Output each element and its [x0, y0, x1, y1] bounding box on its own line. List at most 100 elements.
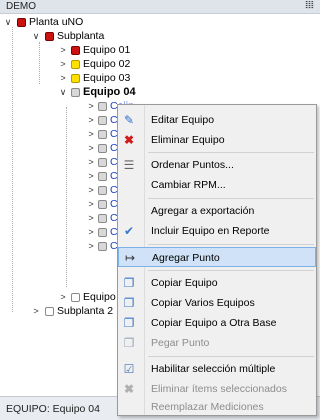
chevron-right-icon[interactable]: > — [86, 113, 96, 127]
status-gray-icon — [98, 186, 107, 195]
chevron-right-icon[interactable]: > — [86, 211, 96, 225]
tree-node-cojin[interactable]: > Cojin — [0, 155, 134, 169]
tree-node-equipo-03[interactable]: > Equipo 03 — [0, 71, 320, 85]
menu-item-reemplazar-mediciones: Reemplazar Mediciones — [151, 401, 264, 413]
menu-item-pegar-punto: ❐ Pegar Punto — [123, 336, 210, 350]
tree-node-cojin[interactable]: > Cojin — [0, 169, 134, 183]
tree-node-equipo-04[interactable]: ∨ Equipo 04 — [0, 85, 320, 99]
chevron-right-icon[interactable]: > — [58, 290, 68, 304]
menu-item-copiar-equipo[interactable]: ❐ Copiar Equipo — [118, 273, 316, 293]
tree-node-cojin[interactable]: > Cojin — [0, 211, 134, 225]
menu-item-agregar-exportacion[interactable]: Agregar a exportación — [118, 201, 316, 221]
chevron-down-icon[interactable]: ∨ — [58, 85, 68, 99]
panel-titlebar: DEMO 𝍖 — [0, 0, 320, 14]
menu-separator — [148, 152, 314, 153]
delete-x-icon: ✖ — [123, 382, 135, 396]
menu-separator — [148, 244, 314, 245]
tree-node-equipo[interactable]: > Equipo — [0, 290, 120, 304]
chevron-right-icon[interactable]: > — [58, 71, 68, 85]
menu-item-eliminar-items-seleccionados: ✖ Eliminar ítems seleccionados — [123, 382, 287, 396]
status-white-icon — [45, 307, 54, 316]
paste-icon: ❐ — [123, 336, 135, 350]
tree-node-label: Equipo — [83, 291, 116, 303]
chevron-right-icon[interactable]: > — [86, 127, 96, 141]
context-menu: ✎ Editar Equipo ✖ Eliminar Equipo ☰ Orde… — [117, 104, 317, 416]
menu-item-copiar-equipo-otra-base[interactable]: ❐ Copiar Equipo a Otra Base — [118, 313, 316, 333]
tree-node-equipo-01[interactable]: > Equipo 01 — [0, 43, 320, 57]
menu-separator — [148, 198, 314, 199]
status-gray-icon — [98, 228, 107, 237]
menu-separator — [148, 270, 314, 271]
copy-icon: ❐ — [123, 316, 135, 330]
chevron-right-icon[interactable]: > — [86, 141, 96, 155]
tree-node-cojin[interactable]: > Cojin — [0, 127, 134, 141]
tree-node-equipo-02[interactable]: > Equipo 02 — [0, 57, 320, 71]
chevron-right-icon[interactable]: > — [86, 225, 96, 239]
tree-node-label: Subplanta 2 — [57, 305, 114, 317]
status-gray-icon — [98, 158, 107, 167]
status-red-icon — [71, 46, 80, 55]
status-white-icon — [71, 293, 80, 302]
status-text: EQUIPO: Equipo 04 — [6, 403, 100, 415]
menu-item-habilitar-seleccion-multiple[interactable]: ☑ Habilitar selección múltiple — [118, 359, 316, 379]
tree-node-cojin[interactable]: > Cojin — [0, 113, 134, 127]
menu-item-editar-equipo[interactable]: ✎ Editar Equipo — [118, 110, 316, 130]
delete-x-icon: ✖ — [123, 133, 135, 147]
menu-item-eliminar-equipo[interactable]: ✖ Eliminar Equipo — [118, 130, 316, 150]
tree-node-cojin[interactable]: > Cojin — [0, 183, 134, 197]
status-gray-icon — [98, 130, 107, 139]
chevron-right-icon[interactable]: > — [86, 197, 96, 211]
menu-item-incluir-equipo-reporte[interactable]: ✔ Incluir Equipo en Reporte — [118, 221, 316, 241]
tree-node-cojin[interactable]: > Cojin — [0, 99, 134, 113]
tree-node-label-selected: Equipo 04 — [83, 86, 136, 98]
checkbox-icon: ☑ — [123, 362, 135, 376]
chevron-right-icon[interactable]: > — [86, 169, 96, 183]
tree-node-label: Equipo 03 — [83, 72, 131, 84]
menu-item-ordenar-puntos[interactable]: ☰ Ordenar Puntos... — [118, 155, 316, 175]
tree-node-cojin[interactable]: > Cojin — [0, 197, 134, 211]
status-red-icon — [17, 18, 26, 27]
chevron-right-icon[interactable]: > — [86, 99, 96, 113]
status-gray-icon — [98, 144, 107, 153]
tree-node-label: Equipo 02 — [83, 58, 131, 70]
tree-node-plant[interactable]: ∨ Planta uNO — [0, 15, 320, 29]
status-gray-icon — [98, 200, 107, 209]
chevron-down-icon[interactable]: ∨ — [31, 29, 41, 43]
status-red-icon — [45, 32, 54, 41]
chevron-right-icon[interactable]: > — [58, 57, 68, 71]
list-icon: ☰ — [123, 158, 135, 172]
status-gray-icon — [98, 214, 107, 223]
tree-node-subplant[interactable]: ∨ Subplanta — [0, 29, 320, 43]
copy-icon: ❐ — [123, 296, 135, 310]
chevron-right-icon[interactable]: > — [31, 304, 41, 318]
status-gray-icon — [71, 88, 80, 97]
status-yellow-icon — [71, 74, 80, 83]
tree-node-label: Subplanta — [57, 30, 105, 42]
pin-icon[interactable]: 𝍖 — [305, 0, 314, 11]
tree-node-label: Planta uNO — [29, 16, 84, 28]
chevron-right-icon[interactable]: > — [86, 155, 96, 169]
tree-node-cojin[interactable]: > Cojin — [0, 141, 134, 155]
pencil-icon: ✎ — [123, 113, 135, 127]
menu-item-copiar-varios-equipos[interactable]: ❐ Copiar Varios Equipos — [118, 293, 316, 313]
chevron-right-icon[interactable]: > — [86, 183, 96, 197]
chevron-right-icon[interactable]: > — [86, 239, 96, 253]
chevron-down-icon[interactable]: ∨ — [3, 15, 13, 29]
tree-node-cojin[interactable]: > Cojin — [0, 239, 134, 253]
status-gray-icon — [98, 242, 107, 251]
copy-icon: ❐ — [123, 276, 135, 290]
tree-node-subplant-2[interactable]: > Subplanta 2 — [0, 304, 120, 318]
chevron-right-icon[interactable]: > — [58, 43, 68, 57]
tree-node-cojin[interactable]: > Cojin — [0, 225, 134, 239]
menu-item-agregar-punto[interactable]: ↦ Agregar Punto — [118, 247, 316, 267]
status-gray-icon — [98, 116, 107, 125]
menu-separator — [148, 356, 314, 357]
status-gray-icon — [98, 102, 107, 111]
report-icon: ✔ — [123, 224, 135, 238]
tree-node-label: Equipo 01 — [83, 44, 131, 56]
status-yellow-icon — [71, 60, 80, 69]
menu-item-cambiar-rpm[interactable]: Cambiar RPM... — [118, 175, 316, 195]
status-gray-icon — [98, 172, 107, 181]
add-point-icon: ↦ — [124, 251, 136, 265]
panel-title: DEMO — [6, 1, 36, 12]
